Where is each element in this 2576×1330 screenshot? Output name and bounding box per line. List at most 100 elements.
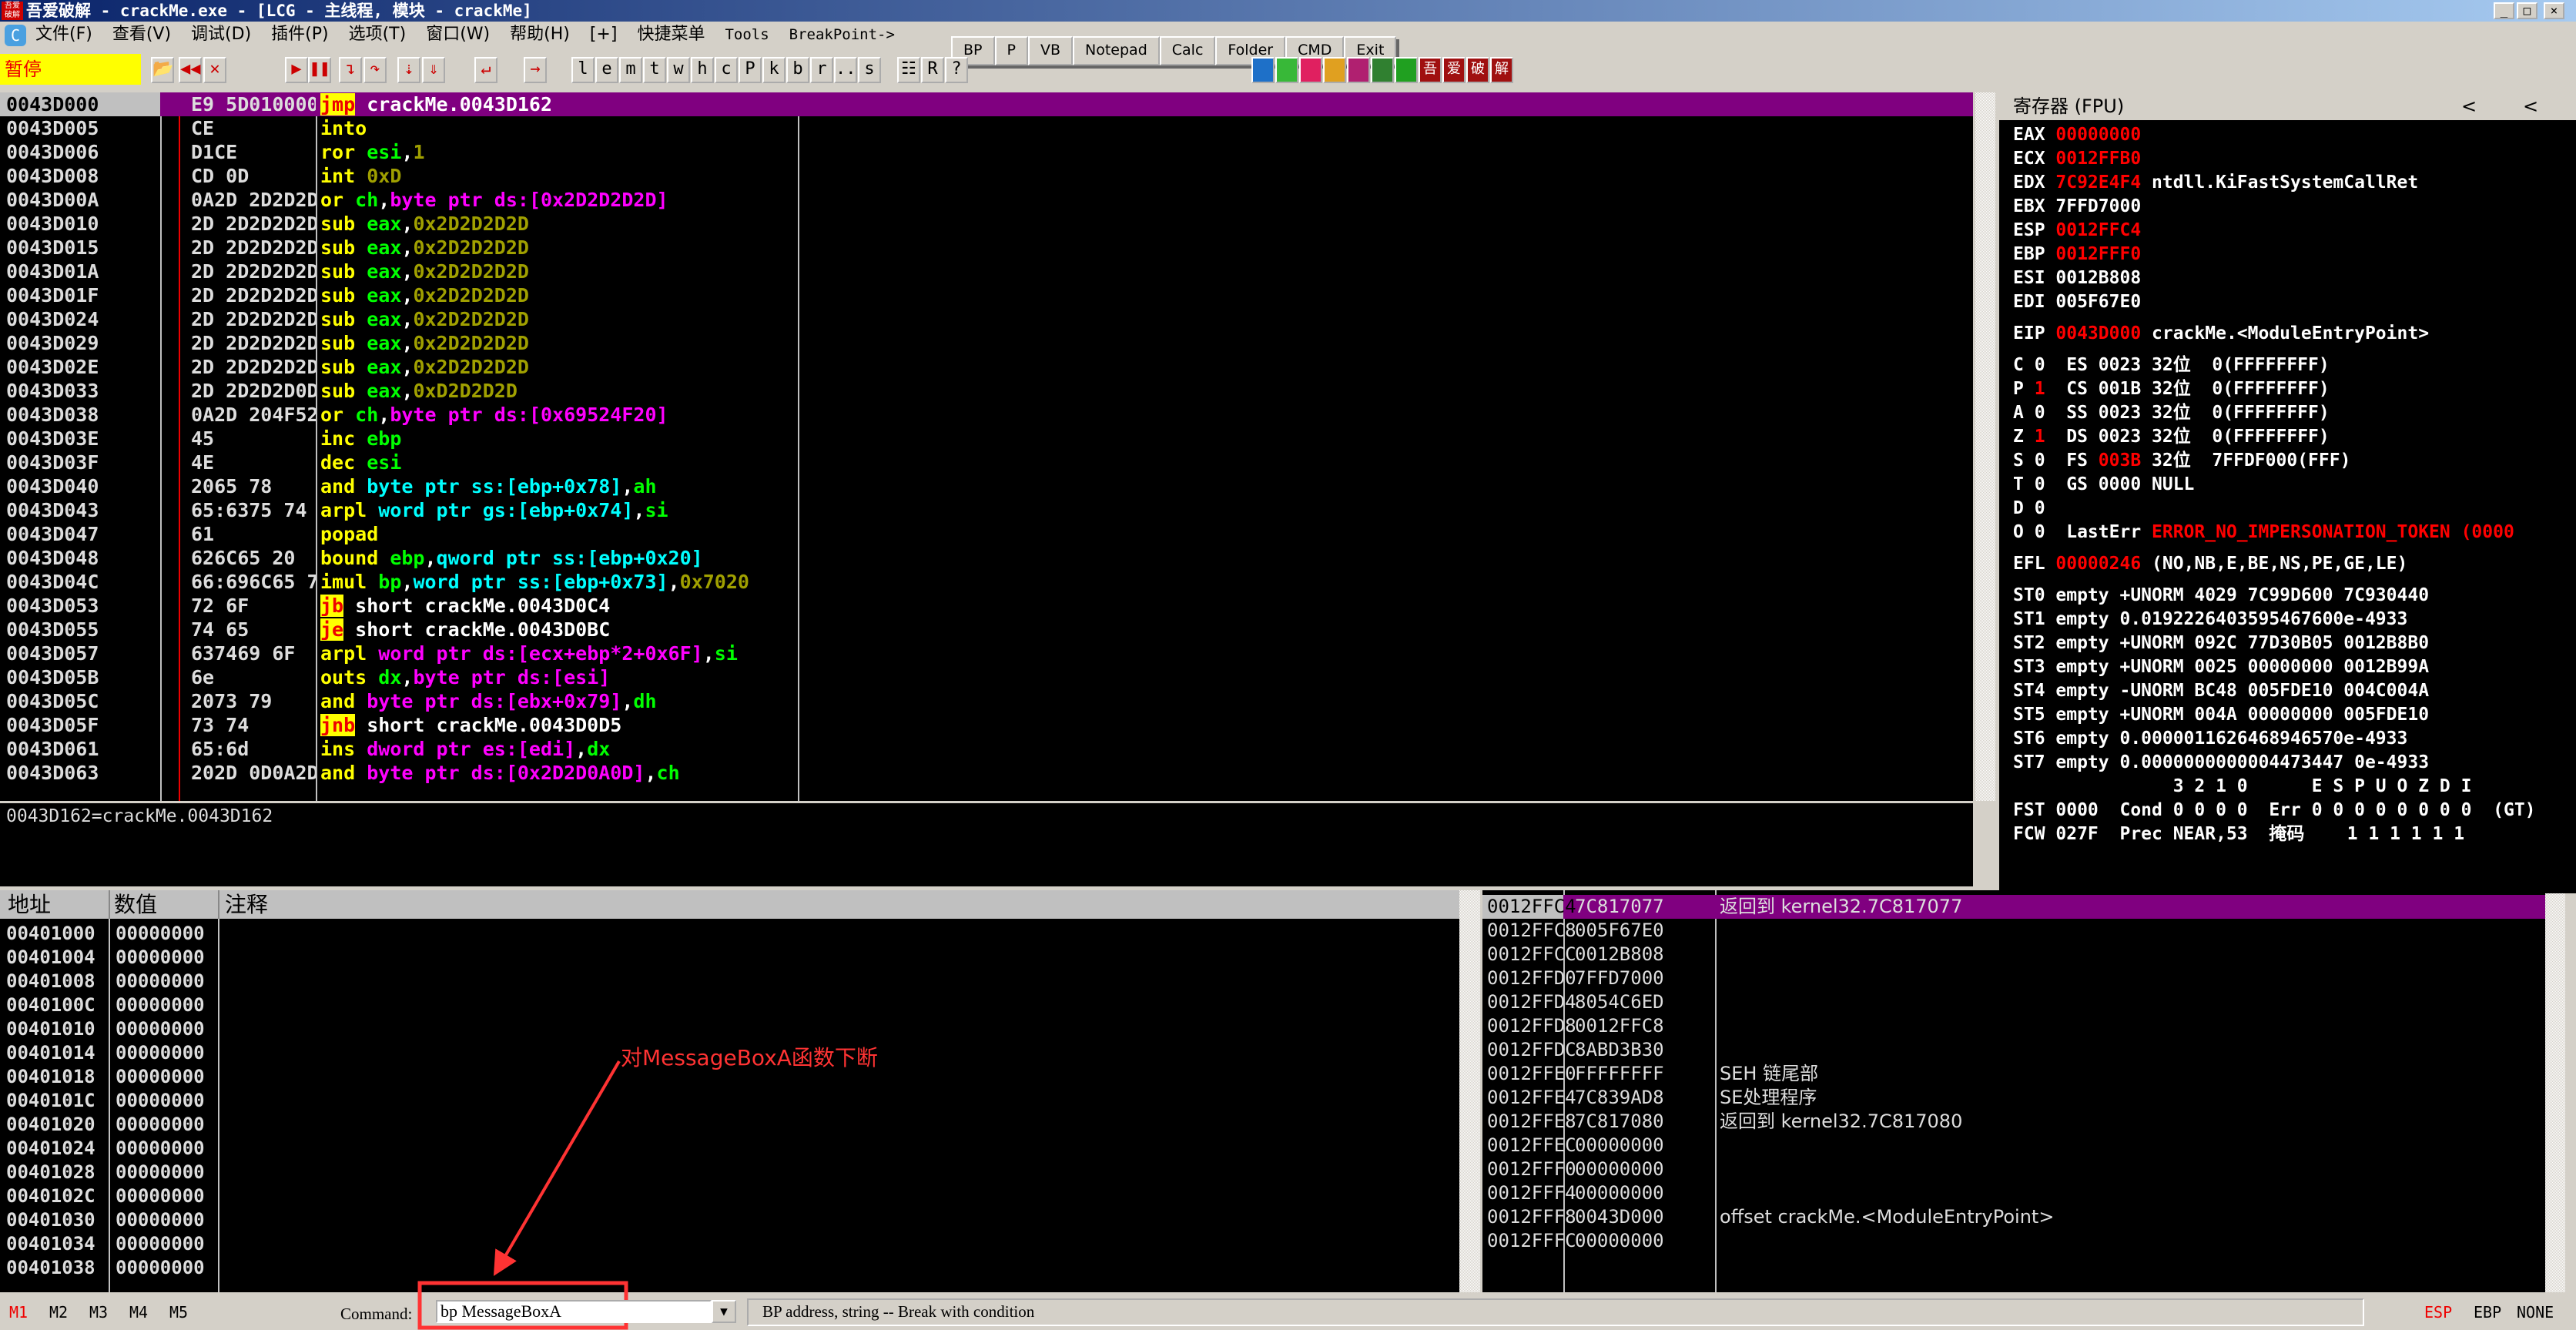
dump-row[interactable]: 00401024 00000000: [0, 1137, 1459, 1161]
stack-mode-esp[interactable]: ESP: [2424, 1303, 2452, 1322]
mark-button-m1[interactable]: M1: [9, 1303, 28, 1322]
menu-item[interactable]: 窗口(W): [426, 22, 490, 48]
disasm-row[interactable]: 0043D047 61 popad: [0, 522, 1973, 546]
stack-row[interactable]: 0012FFF8 0043D000 offset crackMe.<ModuleEn…: [1482, 1205, 2564, 1229]
toolbar-button-k[interactable]: k: [762, 57, 786, 83]
mark-button-m3[interactable]: M3: [89, 1303, 108, 1322]
register-line[interactable]: D 0: [1999, 497, 2576, 521]
register-line[interactable]: ECX 0012FFB0: [1999, 147, 2576, 171]
registers-pane[interactable]: 寄存器 (FPU) < < EAX 00000000 ECX 0012FFB0 ED…: [1999, 92, 2576, 893]
register-line[interactable]: ESI 0012B808: [1999, 266, 2576, 290]
toolbar-button-m[interactable]: m: [619, 57, 642, 83]
stack-mode-none[interactable]: NONE: [2517, 1303, 2554, 1322]
dump-row[interactable]: 00401028 00000000: [0, 1161, 1459, 1184]
register-line[interactable]: EDI 005F67E0: [1999, 290, 2576, 314]
plugin-shortcut-icon[interactable]: [1251, 57, 1275, 83]
disasm-row[interactable]: 0043D029 2D 2D2D2D2D sub eax,0x2D2D2D2D: [0, 331, 1973, 355]
mark-button-m5[interactable]: M5: [169, 1303, 188, 1322]
disasm-row[interactable]: 0043D063 202D 0D0A2D2Dand byte ptr ds:[0x…: [0, 761, 1973, 785]
toolbar-button-s[interactable]: s: [858, 57, 881, 83]
disasm-row[interactable]: 0043D005 CE into: [0, 116, 1973, 140]
disasm-row[interactable]: 0043D015 2D 2D2D2D2D sub eax,0x2D2D2D2D: [0, 236, 1973, 260]
toolbar-button-h[interactable]: h: [691, 57, 714, 83]
disasm-row[interactable]: 0043D000 E9 5D010000 jmp crackMe.0043D162: [0, 92, 1973, 116]
menu-item[interactable]: 快捷菜单: [637, 22, 705, 48]
register-line[interactable]: EBX 7FFD7000: [1999, 195, 2576, 219]
register-line[interactable]: S 0 FS 003B 32位 7FFDF000(FFF): [1999, 449, 2576, 473]
stack-row[interactable]: 0012FFD0 7FFD7000: [1482, 967, 2564, 990]
command-input[interactable]: [436, 1300, 712, 1323]
stack-row[interactable]: 0012FFF4 00000000: [1482, 1181, 2564, 1205]
register-line[interactable]: [1999, 346, 2576, 353]
stack-row[interactable]: 0012FFFC 00000000: [1482, 1229, 2564, 1253]
stack-row[interactable]: 0012FFE0 FFFFFFFF SEH 链尾部: [1482, 1062, 2564, 1086]
register-line[interactable]: ST2 empty +UNORM 092C 77D30B05 0012B8B0: [1999, 631, 2576, 655]
menu-item[interactable]: 插件(P): [271, 22, 328, 48]
disasm-row[interactable]: 0043D006 D1CE ror esi,1: [0, 140, 1973, 164]
disasm-row[interactable]: 0043D033 2D 2D2D2D0D sub eax,0xD2D2D2D: [0, 379, 1973, 403]
register-line[interactable]: [1999, 314, 2576, 322]
menu-item[interactable]: 查看(V): [112, 22, 171, 48]
register-line[interactable]: ST4 empty -UNORM BC48 005FDE10 004C004A: [1999, 679, 2576, 703]
memory-dump-pane[interactable]: 地址 数值 注释 00401000 00000000 00401004 0000000…: [0, 890, 1459, 1292]
disasm-row[interactable]: 0043D048 626C65 20 bound ebp,qword ptr ss:…: [0, 546, 1973, 570]
toolbar-button-b[interactable]: b: [786, 57, 809, 83]
popup-button-calc[interactable]: Calc: [1159, 36, 1216, 65]
mark-button-m2[interactable]: M2: [49, 1303, 68, 1322]
stack-row[interactable]: 0012FFE8 7C817080 返回到 kernel32.7C817080: [1482, 1110, 2564, 1134]
stack-row[interactable]: 0012FFC8 005F67E0: [1482, 919, 2564, 943]
trace-over-icon[interactable]: ⇓: [422, 57, 445, 83]
stack-row[interactable]: 0012FFCC 0012B808: [1482, 943, 2564, 967]
register-line[interactable]: ST6 empty 0.0000011626468946570e-4933: [1999, 727, 2576, 751]
dump-row[interactable]: 00401010 00000000: [0, 1017, 1459, 1041]
dump-scrollbar[interactable]: [1459, 890, 1480, 1292]
dump-row[interactable]: 00401030 00000000: [0, 1208, 1459, 1232]
toolbar-button-P[interactable]: P: [739, 57, 762, 83]
column-value[interactable]: 数值: [114, 890, 157, 919]
disasm-row[interactable]: 0043D061 65:6d ins dword ptr es:[edi],dx: [0, 737, 1973, 761]
execute-till-return-icon[interactable]: ↵: [474, 57, 497, 83]
run-icon[interactable]: ▶: [285, 57, 308, 83]
stack-scrollbar[interactable]: [2545, 893, 2565, 1292]
close-button[interactable]: ×: [2544, 2, 2564, 19]
disasm-row[interactable]: 0043D04C 66:696C65 73 20imul bp,word ptr …: [0, 570, 1973, 594]
open-icon[interactable]: 📂: [151, 57, 174, 83]
register-line[interactable]: [1999, 576, 2576, 584]
rewind-icon[interactable]: ◀◀: [179, 57, 202, 83]
minimize-button[interactable]: _: [2494, 2, 2514, 19]
toolbar-button-e[interactable]: e: [595, 57, 618, 83]
plugin-shortcut-icon[interactable]: [1275, 57, 1298, 83]
menu-item[interactable]: 文件(F): [35, 22, 92, 48]
list-icon[interactable]: ☷: [897, 57, 920, 83]
disasm-row[interactable]: 0043D038 0A2D 204F5269or ch,byte ptr ds:[…: [0, 403, 1973, 427]
disasm-row[interactable]: 0043D03F 4E dec esi: [0, 451, 1973, 474]
disasm-row[interactable]: 0043D02E 2D 2D2D2D2D sub eax,0x2D2D2D2D: [0, 355, 1973, 379]
step-over-icon[interactable]: ↷: [363, 57, 387, 83]
plugin-icon[interactable]: R: [921, 57, 944, 83]
disasm-row[interactable]: 0043D055 74 65 je short crackMe.0043D0BC: [0, 618, 1973, 642]
stack-mode-ebp[interactable]: EBP: [2474, 1303, 2501, 1322]
plugin-shortcut-icon[interactable]: [1299, 57, 1322, 83]
menu-item[interactable]: [+]: [590, 22, 618, 48]
dump-row[interactable]: 00401038 00000000: [0, 1256, 1459, 1280]
dump-row[interactable]: 00401008 00000000: [0, 970, 1459, 993]
menu-item[interactable]: 调试(D): [191, 22, 251, 48]
stack-row[interactable]: 0012FFD4 8054C6ED: [1482, 990, 2564, 1014]
dump-row[interactable]: 0040100C 00000000: [0, 993, 1459, 1017]
close-icon[interactable]: ✕: [203, 57, 226, 83]
maximize-button[interactable]: □: [2517, 2, 2537, 19]
register-line[interactable]: FST 0000 Cond 0 0 0 0 Err 0 0 0 0 0 0 0 …: [1999, 799, 2576, 822]
stack-pane[interactable]: 0012FFC4 7C817077 返回到 kernel32.7C817077 001…: [1482, 890, 2564, 1292]
register-line[interactable]: ST5 empty +UNORM 004A 00000000 005FDE10: [1999, 703, 2576, 727]
brand-button[interactable]: 破: [1466, 57, 1489, 83]
toolbar-button-w[interactable]: w: [667, 57, 690, 83]
pause-icon[interactable]: ❚❚: [308, 57, 331, 83]
disassembly-pane[interactable]: 0043D000 E9 5D010000 jmp crackMe.0043D162 0…: [0, 92, 1973, 801]
popup-button-p[interactable]: P: [994, 36, 1028, 65]
command-dropdown-chevron-icon[interactable]: ▼: [712, 1300, 736, 1323]
register-line[interactable]: A 0 SS 0023 32位 0(FFFFFFFF): [1999, 401, 2576, 425]
register-line[interactable]: ST0 empty +UNORM 4029 7C99D600 7C930440: [1999, 584, 2576, 608]
plugin-shortcut-icon[interactable]: [1347, 57, 1370, 83]
disasm-row[interactable]: 0043D05B 6e outs dx,byte ptr ds:[esi]: [0, 665, 1973, 689]
brand-button[interactable]: 吾: [1419, 57, 1442, 83]
